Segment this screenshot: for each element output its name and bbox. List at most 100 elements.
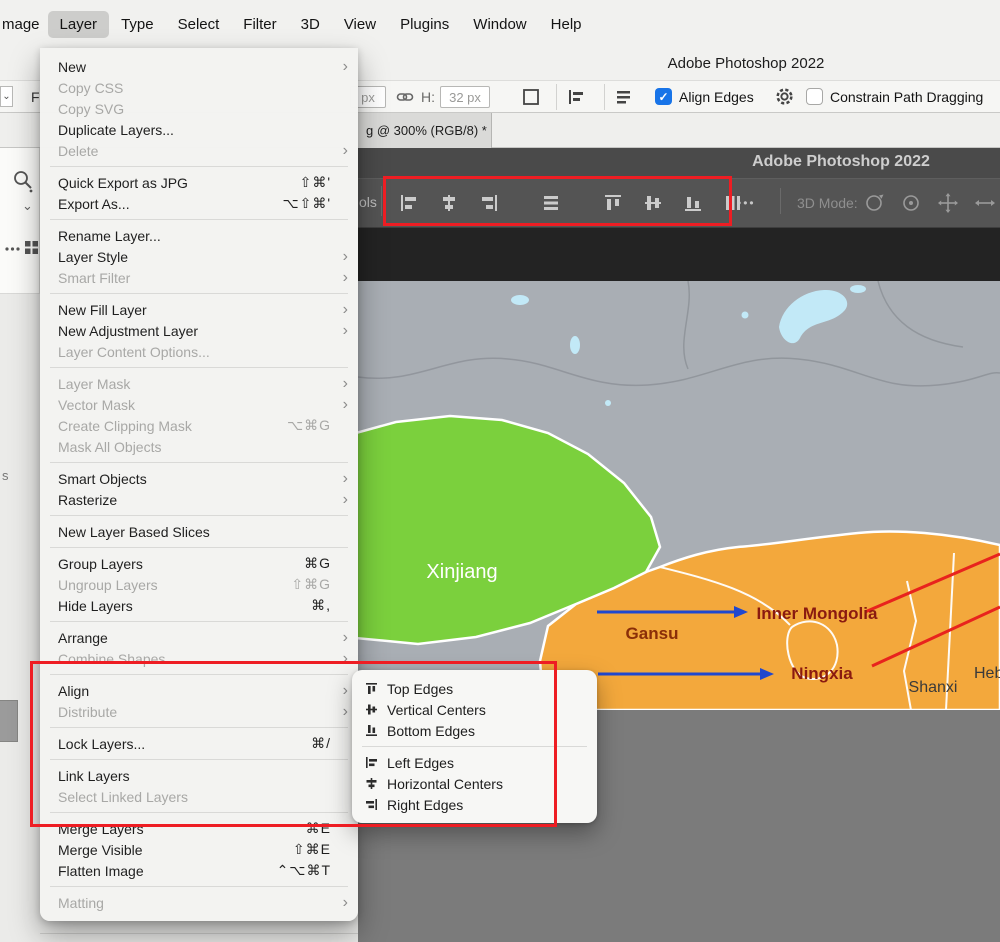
- pan-3d-icon[interactable]: [936, 191, 960, 215]
- path-alignment-button[interactable]: [566, 87, 586, 107]
- menubar-item-filter[interactable]: Filter: [231, 11, 288, 38]
- grid-view-icon[interactable]: [24, 240, 39, 255]
- menubar-item-plugins[interactable]: Plugins: [388, 11, 461, 38]
- horizontal-centers-icon: [366, 778, 377, 789]
- constrain-path-dragging-checkbox[interactable]: [806, 88, 823, 105]
- panel-chevron-icon[interactable]: ⌄: [22, 198, 33, 214]
- top-edges-icon: [366, 683, 377, 694]
- menu-item-rasterize[interactable]: Rasterize ›: [40, 489, 358, 510]
- menu-item-delete[interactable]: Delete ›: [40, 140, 358, 161]
- menubar-item-image[interactable]: mage: [0, 11, 48, 38]
- menu-item-arrange[interactable]: Arrange ›: [40, 627, 358, 648]
- tool-preset-dropdown[interactable]: ⌄: [0, 86, 13, 107]
- menu-item-export-as[interactable]: Export As... ⌥⇧⌘': [40, 193, 358, 214]
- menu-item-copy-svg[interactable]: Copy SVG: [40, 98, 358, 119]
- toolbar-separator: [780, 188, 781, 214]
- path-arrangement-button[interactable]: [614, 87, 634, 107]
- submenu-item-vertical-centers[interactable]: Vertical Centers: [352, 699, 597, 720]
- distribute-horizontal-centers-button[interactable]: [721, 191, 745, 215]
- map-label-shanxi: Shanxi: [909, 679, 958, 696]
- menu-item-copy-css[interactable]: Copy CSS: [40, 77, 358, 98]
- menu-item-rename-layer[interactable]: Rename Layer...: [40, 225, 358, 246]
- ps-window-title: Adobe Photoshop 2022: [752, 153, 930, 170]
- menu-item-layer-style[interactable]: Layer Style ›: [40, 246, 358, 267]
- menu-item-group-layers[interactable]: Group Layers ⌘G: [40, 553, 358, 574]
- options-separator: [604, 84, 605, 110]
- menubar-item-help[interactable]: Help: [539, 11, 594, 38]
- menubar-item-type[interactable]: Type: [109, 11, 166, 38]
- align-edges-checkbox[interactable]: ✓: [655, 88, 672, 105]
- submenu-chevron-icon: ›: [342, 141, 348, 159]
- submenu-chevron-icon: ›: [342, 893, 348, 911]
- menu-item-ungroup-layers[interactable]: Ungroup Layers ⇧⌘G: [40, 574, 358, 595]
- link-dimensions-icon[interactable]: [396, 88, 414, 106]
- submenu-item-horizontal-centers[interactable]: Horizontal Centers: [352, 773, 597, 794]
- menu-item-merge-layers[interactable]: Merge Layers ⌘E: [40, 818, 358, 839]
- menu-separator: [50, 515, 348, 516]
- more-options-icon[interactable]: [4, 244, 21, 254]
- menu-item-align[interactable]: Align ›: [40, 680, 358, 701]
- menu-item-combine-shapes[interactable]: Combine Shapes ›: [40, 648, 358, 669]
- slide-3d-icon[interactable]: [973, 191, 997, 215]
- roll-3d-icon[interactable]: [899, 191, 923, 215]
- align-submenu: Top Edges Vertical Centers Bottom Edges …: [352, 670, 597, 823]
- menu-separator: [50, 674, 348, 675]
- menubar-item-3d[interactable]: 3D: [289, 11, 332, 38]
- menu-item-duplicate-layers[interactable]: Duplicate Layers...: [40, 119, 358, 140]
- submenu-chevron-icon: ›: [342, 300, 348, 318]
- align-left-edges-button[interactable]: [397, 191, 421, 215]
- menu-item-new-adjustment-layer[interactable]: New Adjustment Layer ›: [40, 320, 358, 341]
- submenu-item-left-edges[interactable]: Left Edges: [352, 752, 597, 773]
- menu-item-vector-mask[interactable]: Vector Mask ›: [40, 394, 358, 415]
- menu-item-new[interactable]: New ›: [40, 56, 358, 77]
- submenu-chevron-icon: ›: [342, 628, 348, 646]
- align-right-edges-button[interactable]: [477, 191, 501, 215]
- menu-item-create-clipping-mask[interactable]: Create Clipping Mask ⌥⌘G: [40, 415, 358, 436]
- submenu-item-top-edges[interactable]: Top Edges: [352, 678, 597, 699]
- menubar-item-window[interactable]: Window: [461, 11, 538, 38]
- submenu-chevron-icon: ›: [342, 469, 348, 487]
- align-vertical-centers-button[interactable]: [641, 191, 665, 215]
- menubar-item-layer[interactable]: Layer: [47, 10, 110, 38]
- menubar-item-view[interactable]: View: [332, 11, 388, 38]
- menu-item-new-layer-based-slices[interactable]: New Layer Based Slices: [40, 521, 358, 542]
- menu-item-smart-filter[interactable]: Smart Filter ›: [40, 267, 358, 288]
- height-field[interactable]: 32 px: [440, 86, 490, 108]
- gear-icon[interactable]: [774, 86, 795, 107]
- menu-item-distribute[interactable]: Distribute ›: [40, 701, 358, 722]
- menu-item-layer-mask[interactable]: Layer Mask ›: [40, 373, 358, 394]
- align-bottom-edges-button[interactable]: [681, 191, 705, 215]
- document-canvas[interactable]: Xinjiang Gansu Inner Mongolia Ningxia Sh…: [358, 281, 1000, 710]
- menu-separator: [50, 759, 348, 760]
- orbit-3d-icon[interactable]: [862, 191, 886, 215]
- distribute-vertical-centers-button[interactable]: [539, 191, 563, 215]
- layer-menu: New › Copy CSS Copy SVG Duplicate Layers.…: [40, 48, 358, 921]
- menu-item-mask-all-objects[interactable]: Mask All Objects: [40, 436, 358, 457]
- submenu-chevron-icon: ›: [342, 395, 348, 413]
- submenu-chevron-icon: ›: [342, 490, 348, 508]
- menu-item-flatten-image[interactable]: Flatten Image ⌃⌥⌘T: [40, 860, 358, 881]
- align-top-edges-button[interactable]: [601, 191, 625, 215]
- menu-item-matting[interactable]: Matting ›: [40, 892, 358, 913]
- menu-item-select-linked-layers[interactable]: Select Linked Layers: [40, 786, 358, 807]
- menu-item-new-fill-layer[interactable]: New Fill Layer ›: [40, 299, 358, 320]
- menu-item-layer-content-options[interactable]: Layer Content Options...: [40, 341, 358, 362]
- document-tab[interactable]: g @ 300% (RGB/8) *: [340, 113, 492, 148]
- panel-partial-label: s: [2, 468, 9, 483]
- path-operations-button[interactable]: [520, 86, 542, 108]
- submenu-item-right-edges[interactable]: Right Edges: [352, 794, 597, 815]
- menu-item-smart-objects[interactable]: Smart Objects ›: [40, 468, 358, 489]
- menu-item-link-layers[interactable]: Link Layers: [40, 765, 358, 786]
- toolbar-partial-text: ols: [359, 194, 377, 210]
- align-edges-label: Align Edges: [679, 89, 754, 105]
- chevron-down-icon: ⌄: [2, 91, 11, 102]
- align-horizontal-centers-button[interactable]: [437, 191, 461, 215]
- menu-item-hide-layers[interactable]: Hide Layers ⌘,: [40, 595, 358, 616]
- menu-item-quick-export-jpg[interactable]: Quick Export as JPG ⇧⌘': [40, 172, 358, 193]
- zoom-tool-icon[interactable]: [11, 168, 35, 194]
- menu-item-merge-visible[interactable]: Merge Visible ⇧⌘E: [40, 839, 358, 860]
- submenu-item-bottom-edges[interactable]: Bottom Edges: [352, 720, 597, 741]
- menubar-item-select[interactable]: Select: [166, 11, 232, 38]
- align-buttons-group: [397, 181, 745, 225]
- menu-item-lock-layers[interactable]: Lock Layers... ⌘/: [40, 733, 358, 754]
